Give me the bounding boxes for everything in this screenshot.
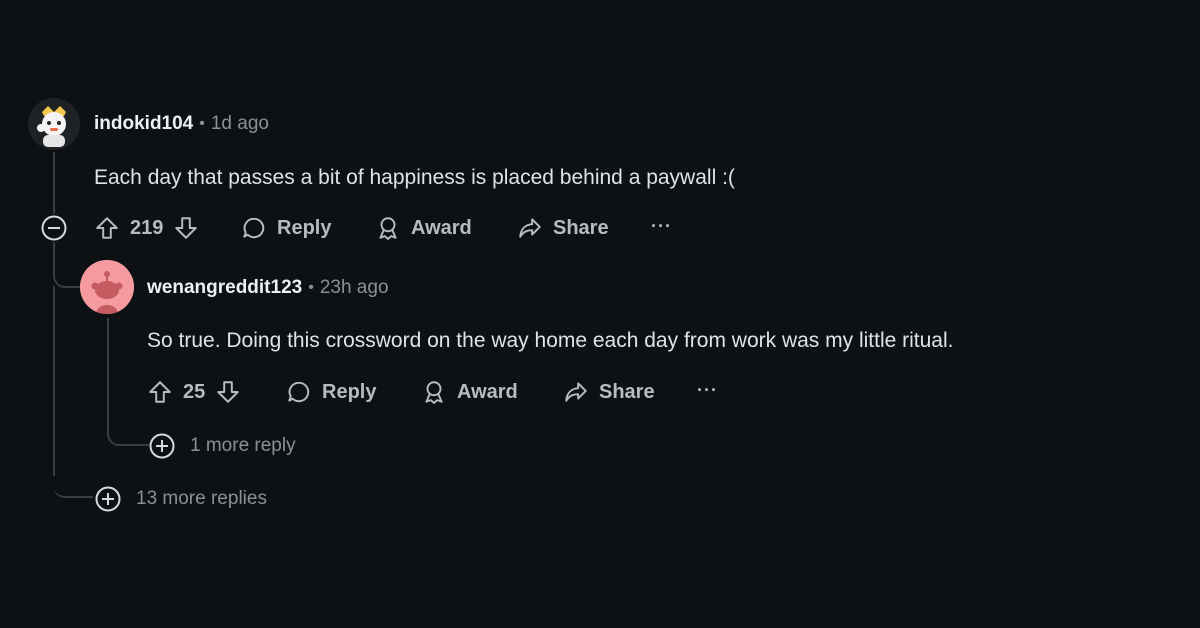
username[interactable]: wenangreddit123 xyxy=(147,277,302,299)
share-button[interactable]: Share xyxy=(517,215,609,241)
award-icon xyxy=(379,217,397,240)
award-label: Award xyxy=(457,380,518,403)
more-options-button[interactable]: ··· xyxy=(697,380,718,401)
thread-line-elbow-reply xyxy=(53,242,81,288)
upvote-icon xyxy=(96,217,118,239)
reply-button[interactable]: Reply xyxy=(241,215,331,241)
downvote-icon xyxy=(175,217,198,239)
more-options-button[interactable]: ··· xyxy=(651,216,672,237)
comment-header: wenangreddit123 • 23h ago xyxy=(147,277,389,299)
avatar[interactable] xyxy=(28,98,80,150)
downvote-icon xyxy=(217,381,239,403)
avatar-snoo-icon xyxy=(28,98,80,150)
upvote-icon xyxy=(149,381,171,403)
collapse-button[interactable] xyxy=(40,214,68,247)
thread-line-reply xyxy=(107,318,109,418)
share-button[interactable]: Share xyxy=(563,379,655,405)
timestamp[interactable]: 1d ago xyxy=(211,113,269,135)
timestamp[interactable]: 23h ago xyxy=(320,277,389,299)
thread-line-main-lower xyxy=(53,286,55,476)
comment-body: Each day that passes a bit of happiness … xyxy=(94,166,735,189)
more-replies-label: 1 more reply xyxy=(190,435,296,456)
comment-header: indokid104 • 1d ago xyxy=(94,113,269,135)
comment-body: So true. Doing this crossword on the way… xyxy=(147,329,954,352)
reply-icon xyxy=(243,217,265,239)
share-icon xyxy=(565,382,587,402)
expand-icon xyxy=(149,433,175,459)
expand-icon xyxy=(95,486,121,512)
avatar-snoo-icon xyxy=(80,260,134,314)
thread-line-main xyxy=(53,152,55,214)
award-button[interactable]: Award xyxy=(421,379,518,405)
vote-count: 219 xyxy=(130,216,164,239)
downvote-button[interactable] xyxy=(173,215,199,241)
collapse-icon xyxy=(41,215,67,241)
award-label: Award xyxy=(411,216,472,239)
thread-line-elbow-1-more xyxy=(107,416,149,446)
avatar[interactable] xyxy=(80,260,134,314)
vote-count: 25 xyxy=(183,380,206,403)
thread-line-elbow-13-more xyxy=(53,470,93,498)
share-label: Share xyxy=(553,216,609,239)
reply-icon xyxy=(288,381,310,403)
downvote-button[interactable] xyxy=(215,379,241,405)
more-replies-label: 13 more replies xyxy=(136,488,267,509)
share-label: Share xyxy=(599,380,655,403)
upvote-button[interactable] xyxy=(147,379,173,405)
vote-controls: 219 xyxy=(94,215,199,241)
award-icon xyxy=(425,381,443,404)
upvote-button[interactable] xyxy=(94,215,120,241)
more-replies-link[interactable]: 13 more replies xyxy=(94,485,267,513)
separator-dot: • xyxy=(199,115,205,132)
reply-button[interactable]: Reply xyxy=(286,379,376,405)
separator-dot: • xyxy=(308,279,314,296)
vote-controls: 25 xyxy=(147,379,241,405)
share-icon xyxy=(519,218,541,238)
reply-label: Reply xyxy=(322,380,377,403)
award-button[interactable]: Award xyxy=(375,215,472,241)
username[interactable]: indokid104 xyxy=(94,113,193,135)
reply-label: Reply xyxy=(277,216,332,239)
more-replies-link[interactable]: 1 more reply xyxy=(148,432,296,460)
